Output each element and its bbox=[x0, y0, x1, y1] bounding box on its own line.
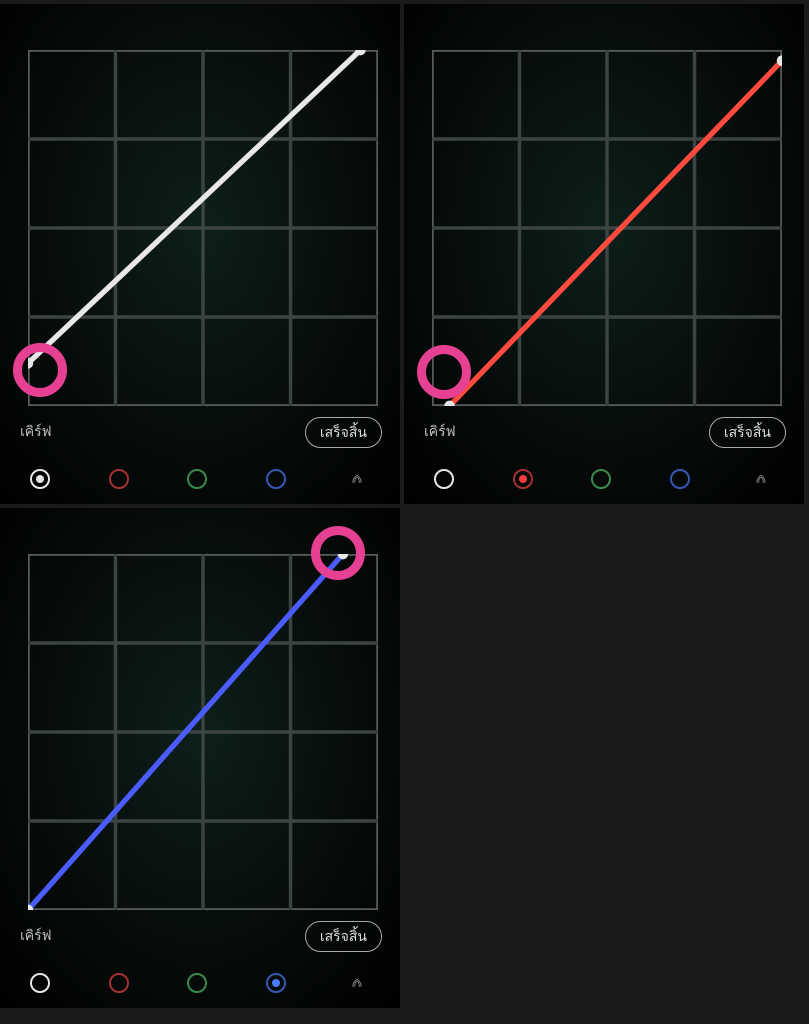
curve-panel-white: เคิร์ฟ เสร็จสิ้น bbox=[0, 4, 400, 504]
channel-green-button[interactable] bbox=[187, 973, 207, 993]
curve-title: เคิร์ฟ bbox=[424, 421, 456, 443]
curve-panel-blue: เคิร์ฟ เสร็จสิ้น bbox=[0, 508, 400, 1008]
channel-white-button[interactable] bbox=[30, 469, 50, 489]
curve-endpoints[interactable] bbox=[28, 50, 378, 406]
reset-button[interactable] bbox=[748, 466, 774, 492]
curve-start-handle[interactable] bbox=[28, 905, 33, 910]
curve-end-handle[interactable] bbox=[355, 50, 366, 55]
reset-button[interactable] bbox=[344, 970, 370, 996]
channel-white-button[interactable] bbox=[434, 469, 454, 489]
curve-title: เคิร์ฟ bbox=[20, 925, 52, 947]
curve-endpoints[interactable] bbox=[432, 50, 782, 406]
done-button[interactable]: เสร็จสิ้น bbox=[305, 417, 382, 448]
channel-blue-button[interactable] bbox=[266, 469, 286, 489]
channel-green-button[interactable] bbox=[591, 469, 611, 489]
curve-end-handle[interactable] bbox=[777, 55, 782, 66]
done-button[interactable]: เสร็จสิ้น bbox=[305, 921, 382, 952]
channel-white-button[interactable] bbox=[30, 973, 50, 993]
channel-red-button[interactable] bbox=[109, 469, 129, 489]
swirl-icon bbox=[350, 469, 364, 489]
channel-green-button[interactable] bbox=[187, 469, 207, 489]
reset-button[interactable] bbox=[344, 466, 370, 492]
curve-panel-red: เคิร์ฟ เสร็จสิ้น bbox=[404, 4, 804, 504]
channel-red-button[interactable] bbox=[513, 469, 533, 489]
curve-endpoints[interactable] bbox=[28, 554, 378, 910]
channel-blue-button[interactable] bbox=[266, 973, 286, 993]
curve-end-handle[interactable] bbox=[338, 554, 349, 559]
curve-start-handle[interactable] bbox=[444, 401, 455, 406]
channel-red-button[interactable] bbox=[109, 973, 129, 993]
curve-title: เคิร์ฟ bbox=[20, 421, 52, 443]
curve-start-handle[interactable] bbox=[28, 358, 33, 369]
swirl-icon bbox=[754, 469, 768, 489]
done-button[interactable]: เสร็จสิ้น bbox=[709, 417, 786, 448]
channel-blue-button[interactable] bbox=[670, 469, 690, 489]
swirl-icon bbox=[350, 973, 364, 993]
